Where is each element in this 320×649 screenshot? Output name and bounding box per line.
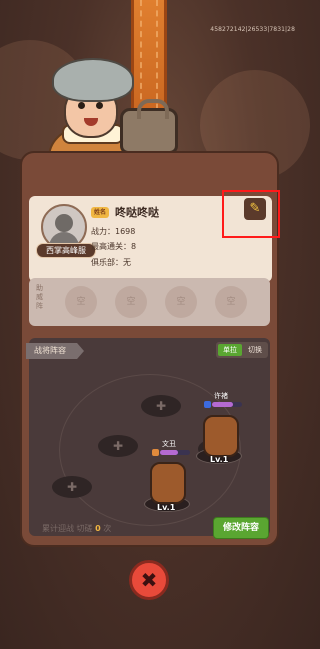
hero-level: Lv.1 <box>157 503 176 512</box>
debug-id: 458272142|26533|7831|28 <box>210 26 295 33</box>
server-title-badge: 西掌高峰服 <box>36 243 96 258</box>
empty-position[interactable]: ✚ <box>141 395 181 417</box>
highest-stage-stat: 最高通关：8 <box>91 242 137 251</box>
support-slot[interactable]: 空 <box>215 286 247 318</box>
hero-hp-bar <box>160 450 190 455</box>
hero-hp-bar <box>212 402 242 407</box>
support-slot[interactable]: 空 <box>65 286 97 318</box>
modify-formation-button[interactable]: 修改阵容 <box>213 517 269 539</box>
hero-name: 文丑 <box>162 440 176 448</box>
empty-position[interactable]: ✚ <box>98 435 138 457</box>
support-label: 助威阵 <box>36 284 43 310</box>
toggle-off-option[interactable]: 切换 <box>244 344 266 356</box>
power-stat: 战力：1698 <box>91 227 136 236</box>
player-nickname: 咚哒咚哒 <box>115 206 159 219</box>
win-streak-unit: 次 <box>103 524 112 533</box>
empty-position[interactable]: ✚ <box>52 476 92 498</box>
hero-unit[interactable] <box>203 415 239 457</box>
hero-unit[interactable] <box>150 462 186 504</box>
hero-name: 许褚 <box>214 392 228 400</box>
win-streak-label: 累计迎战 切磋 <box>42 524 93 533</box>
badge-clip <box>120 99 178 154</box>
mascot-helmet <box>52 58 134 102</box>
close-button[interactable]: ✖ <box>129 560 169 600</box>
win-streak-value: 0 <box>95 524 101 533</box>
support-slot[interactable]: 空 <box>115 286 147 318</box>
toggle-on-option[interactable]: 单拉 <box>218 344 242 356</box>
hero-level: Lv.1 <box>210 455 229 464</box>
formation-title: 战将阵容 <box>26 343 84 359</box>
hero-tag-icon <box>152 449 159 456</box>
win-streak: 累计迎战 切磋 0 次 <box>42 523 111 534</box>
highlight-box <box>222 190 280 238</box>
club-stat: 俱乐部：无 <box>91 258 131 267</box>
nickname-tag: 姓名 <box>91 207 109 218</box>
support-slot[interactable]: 空 <box>165 286 197 318</box>
hero-tag-icon <box>204 401 211 408</box>
